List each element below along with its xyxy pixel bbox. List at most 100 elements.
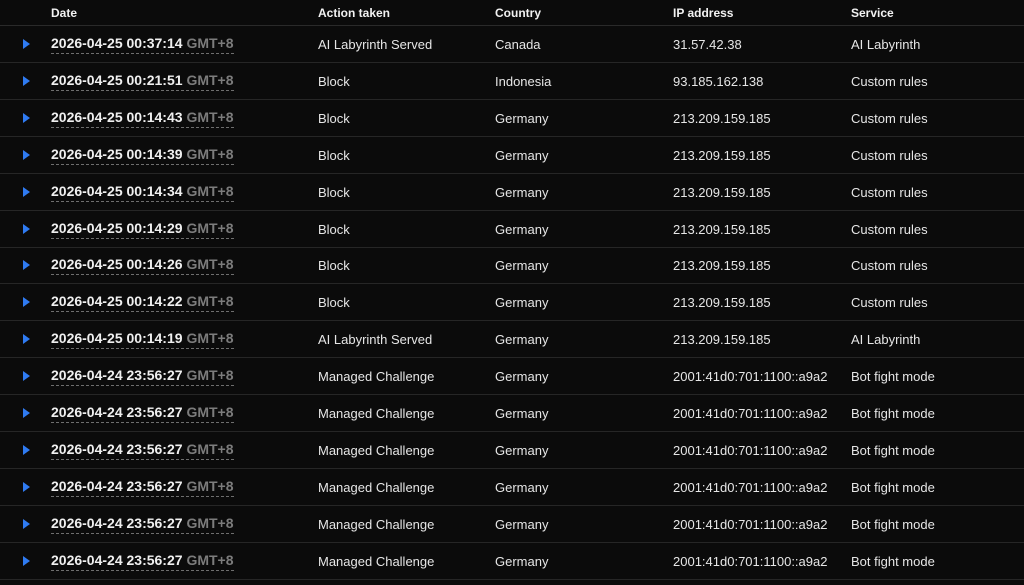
event-datetime: 2026-04-25 00:14:39 [51, 145, 183, 162]
caret-right-icon[interactable] [20, 481, 32, 493]
event-action: Managed Challenge [318, 516, 435, 532]
event-country: Germany [495, 295, 549, 311]
event-service: Bot fight mode [851, 516, 935, 532]
table-row[interactable]: 2026-04-25 00:14:39 GMT+8 Block Germany 213… [0, 137, 1024, 174]
event-timestamp[interactable]: 2026-04-24 23:56:27 GMT+8 [51, 477, 234, 497]
event-timestamp[interactable]: 2026-04-25 00:14:19 GMT+8 [51, 329, 234, 350]
events-table: Date Action taken Country IP address Ser… [0, 0, 1024, 585]
table-row[interactable]: 2026-04-24 23:56:27 GMT+8 Managed Challen… [0, 543, 1024, 580]
column-header-ip[interactable]: IP address [673, 6, 733, 20]
table-row[interactable]: 2026-04-25 00:14:22 GMT+8 Block Germany 213… [0, 284, 1024, 322]
caret-right-icon[interactable] [20, 149, 32, 161]
event-datetime: 2026-04-25 00:14:34 [51, 182, 183, 199]
event-timestamp[interactable]: 2026-04-24 23:56:27 GMT+8 [51, 514, 234, 534]
event-service: AI Labyrinth [851, 37, 921, 52]
table-row[interactable]: 2026-04-24 23:56:27 GMT+8 Managed Challen… [0, 506, 1024, 543]
column-header-service[interactable]: Service [851, 6, 894, 20]
table-row[interactable]: 2026-04-24 23:56:27 GMT+8 Managed Challen… [0, 358, 1024, 396]
caret-right-icon[interactable] [20, 223, 32, 235]
event-datetime: 2026-04-25 00:37:14 [51, 35, 183, 51]
column-header-date[interactable]: Date [51, 6, 77, 20]
event-timestamp[interactable]: 2026-04-24 23:56:27 GMT+8 [51, 440, 234, 460]
event-timestamp[interactable]: 2026-04-25 00:21:51 GMT+8 [51, 71, 234, 91]
event-datetime: 2026-04-25 00:14:22 [51, 293, 183, 310]
event-ip-address: 213.209.159.185 [673, 295, 771, 311]
event-timezone: GMT+8 [186, 108, 234, 125]
event-country: Germany [495, 147, 549, 163]
table-row[interactable]: 2026-04-24 23:56:27 GMT+8 Managed Challen… [0, 432, 1024, 469]
event-timestamp[interactable]: 2026-04-25 00:14:29 GMT+8 [51, 219, 234, 239]
table-row[interactable]: 2026-04-25 00:14:34 GMT+8 Block Germany 213… [0, 174, 1024, 211]
event-service: Custom rules [851, 221, 928, 237]
event-timestamp[interactable]: 2026-04-25 00:14:39 GMT+8 [51, 145, 234, 165]
event-action: Block [318, 221, 350, 237]
event-ip-address: 2001:41d0:701:1100::a9a2 [673, 516, 828, 532]
event-country: Germany [495, 442, 549, 458]
event-timezone: GMT+8 [186, 440, 234, 457]
event-timezone: GMT+8 [186, 330, 234, 347]
caret-right-icon[interactable] [20, 38, 32, 50]
event-action: Managed Challenge [318, 406, 435, 421]
table-row[interactable]: 2026-04-25 00:21:51 GMT+8 Block Indonesia 9… [0, 63, 1024, 100]
event-service: Custom rules [851, 184, 928, 200]
event-timezone: GMT+8 [186, 404, 234, 420]
event-ip-address: 213.209.159.185 [673, 147, 771, 163]
caret-right-icon[interactable] [20, 112, 32, 124]
event-timezone: GMT+8 [186, 182, 234, 199]
caret-right-icon[interactable] [20, 296, 32, 308]
event-country: Germany [495, 258, 549, 274]
caret-right-icon[interactable] [20, 259, 32, 271]
event-country: Germany [495, 369, 549, 385]
event-datetime: 2026-04-25 00:21:51 [51, 71, 183, 88]
event-timestamp[interactable]: 2026-04-24 23:56:27 GMT+8 [51, 551, 234, 571]
event-timezone: GMT+8 [186, 145, 234, 162]
caret-right-icon[interactable] [20, 370, 32, 382]
event-service: Bot fight mode [851, 479, 935, 495]
event-action: Managed Challenge [318, 442, 435, 458]
event-service: AI Labyrinth [851, 332, 921, 348]
column-header-action[interactable]: Action taken [318, 6, 390, 20]
caret-right-icon[interactable] [20, 444, 32, 456]
event-country: Germany [495, 516, 549, 532]
event-service: Bot fight mode [851, 553, 935, 569]
event-service: Custom rules [851, 110, 928, 126]
event-country: Germany [495, 332, 549, 348]
caret-right-icon[interactable] [20, 407, 32, 419]
event-timestamp[interactable]: 2026-04-25 00:37:14 GMT+8 [51, 34, 234, 54]
event-timestamp[interactable]: 2026-04-24 23:56:27 GMT+8 [51, 403, 234, 423]
event-action: Block [318, 147, 350, 163]
event-ip-address: 2001:41d0:701:1100::a9a2 [673, 553, 828, 569]
caret-right-icon[interactable] [20, 333, 32, 345]
table-row[interactable]: 2026-04-25 00:14:43 GMT+8 Block Germany 213… [0, 100, 1024, 137]
event-ip-address: 31.57.42.38 [673, 37, 742, 52]
event-ip-address: 93.185.162.138 [673, 73, 764, 89]
event-action: Managed Challenge [318, 553, 435, 569]
table-row[interactable]: 2026-04-25 00:14:29 GMT+8 Block Germany 213… [0, 211, 1024, 248]
event-datetime: 2026-04-25 00:14:29 [51, 219, 183, 236]
caret-right-icon[interactable] [20, 75, 32, 87]
table-row[interactable]: 2026-04-25 00:14:26 GMT+8 Block Germany 213… [0, 247, 1024, 285]
event-timestamp[interactable]: 2026-04-25 00:14:43 GMT+8 [51, 108, 234, 128]
column-header-country[interactable]: Country [495, 6, 541, 20]
table-row[interactable]: 2026-04-24 23:56:27 GMT+8 Managed Challen… [0, 469, 1024, 506]
event-datetime: 2026-04-24 23:56:27 [51, 367, 183, 384]
table-row[interactable]: 2026-04-25 00:14:19 GMT+8 AI Labyrinth Se… [0, 321, 1024, 359]
event-service: Custom rules [851, 295, 928, 311]
event-action: Block [318, 184, 350, 200]
event-timestamp[interactable]: 2026-04-25 00:14:22 GMT+8 [51, 292, 234, 313]
table-row[interactable]: 2026-04-24 23:56:27 GMT+8 Managed Challen… [0, 395, 1024, 432]
caret-right-icon[interactable] [20, 555, 32, 567]
table-row[interactable]: 2026-04-25 00:37:14 GMT+8 AI Labyrinth Se… [0, 26, 1024, 63]
event-datetime: 2026-04-24 23:56:27 [51, 404, 183, 420]
event-action: Block [318, 73, 350, 89]
caret-right-icon[interactable] [20, 186, 32, 198]
event-timezone: GMT+8 [186, 367, 234, 384]
event-action: Managed Challenge [318, 369, 435, 385]
event-ip-address: 213.209.159.185 [673, 221, 771, 237]
caret-right-icon[interactable] [20, 518, 32, 530]
event-timestamp[interactable]: 2026-04-24 23:56:27 GMT+8 [51, 366, 234, 387]
event-datetime: 2026-04-25 00:14:43 [51, 108, 183, 125]
event-datetime: 2026-04-24 23:56:27 [51, 477, 183, 494]
event-timestamp[interactable]: 2026-04-25 00:14:34 GMT+8 [51, 182, 234, 202]
event-timestamp[interactable]: 2026-04-25 00:14:26 GMT+8 [51, 255, 234, 276]
